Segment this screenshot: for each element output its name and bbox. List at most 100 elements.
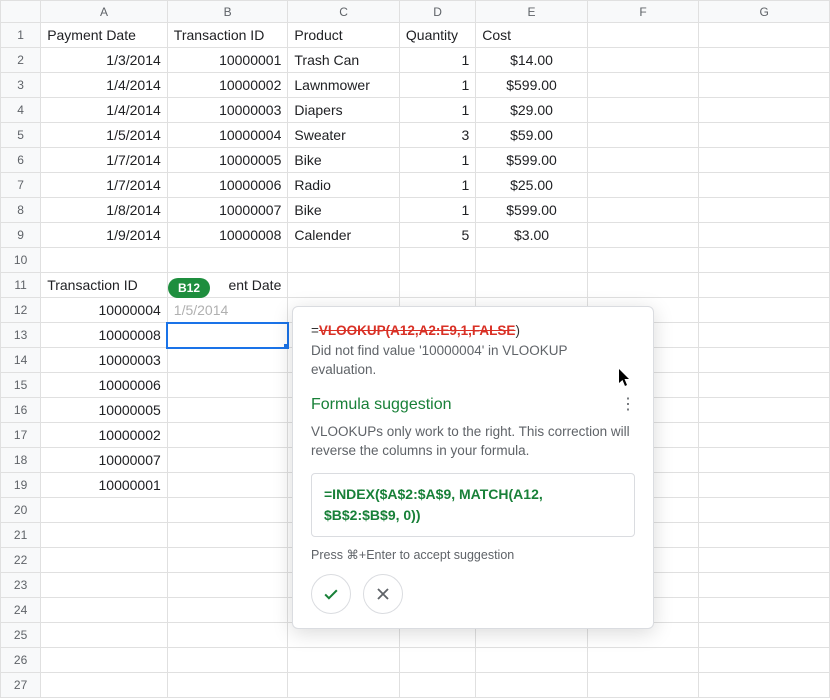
cell-A21[interactable] — [41, 523, 168, 548]
cell-G14[interactable] — [699, 348, 830, 373]
cell-G19[interactable] — [699, 473, 830, 498]
row-header-4[interactable]: 4 — [1, 98, 41, 123]
col-header-B[interactable]: B — [167, 1, 288, 23]
cell-A11[interactable]: Transaction ID — [41, 273, 168, 298]
row-header-7[interactable]: 7 — [1, 173, 41, 198]
row-header-27[interactable]: 27 — [1, 673, 41, 698]
row-header-22[interactable]: 22 — [1, 548, 41, 573]
cell-A5[interactable]: 1/5/2014 — [41, 123, 168, 148]
cell-A19[interactable]: 10000001 — [41, 473, 168, 498]
cell-A24[interactable] — [41, 598, 168, 623]
row-header-20[interactable]: 20 — [1, 498, 41, 523]
cell-A22[interactable] — [41, 548, 168, 573]
cell-G24[interactable] — [699, 598, 830, 623]
cell-D2[interactable]: 1 — [399, 48, 475, 73]
cell-E1[interactable]: Cost — [476, 23, 588, 48]
cell-D9[interactable]: 5 — [399, 223, 475, 248]
cell-F11[interactable] — [587, 273, 699, 298]
cell-B2[interactable]: 10000001 — [167, 48, 288, 73]
cell-G11[interactable] — [699, 273, 830, 298]
cell-G6[interactable] — [699, 148, 830, 173]
cell-A7[interactable]: 1/7/2014 — [41, 173, 168, 198]
cell-B27[interactable] — [167, 673, 288, 698]
cell-B13[interactable] — [167, 323, 288, 348]
cell-B18[interactable] — [167, 448, 288, 473]
cell-G21[interactable] — [699, 523, 830, 548]
cell-F5[interactable] — [587, 123, 699, 148]
cell-G4[interactable] — [699, 98, 830, 123]
cell-C8[interactable]: Bike — [288, 198, 400, 223]
cell-C10[interactable] — [288, 248, 400, 273]
cell-D26[interactable] — [399, 648, 475, 673]
cell-E10[interactable] — [476, 248, 588, 273]
cell-E6[interactable]: $599.00 — [476, 148, 588, 173]
cell-C3[interactable]: Lawnmower — [288, 73, 400, 98]
row-header-6[interactable]: 6 — [1, 148, 41, 173]
cell-F6[interactable] — [587, 148, 699, 173]
cell-B21[interactable] — [167, 523, 288, 548]
cell-B26[interactable] — [167, 648, 288, 673]
dismiss-suggestion-button[interactable] — [363, 574, 403, 614]
cell-F10[interactable] — [587, 248, 699, 273]
cell-C7[interactable]: Radio — [288, 173, 400, 198]
row-header-26[interactable]: 26 — [1, 648, 41, 673]
cell-B3[interactable]: 10000002 — [167, 73, 288, 98]
cell-E11[interactable] — [476, 273, 588, 298]
suggested-formula[interactable]: =INDEX($A$2:$A$9, MATCH(A12, $B$2:$B$9, … — [311, 473, 635, 537]
cell-F9[interactable] — [587, 223, 699, 248]
row-header-23[interactable]: 23 — [1, 573, 41, 598]
cell-D11[interactable] — [399, 273, 475, 298]
row-header-9[interactable]: 9 — [1, 223, 41, 248]
row-header-13[interactable]: 13 — [1, 323, 41, 348]
select-all-corner[interactable] — [1, 1, 41, 23]
row-header-24[interactable]: 24 — [1, 598, 41, 623]
cell-E5[interactable]: $59.00 — [476, 123, 588, 148]
cell-B16[interactable] — [167, 398, 288, 423]
cell-D3[interactable]: 1 — [399, 73, 475, 98]
cell-A10[interactable] — [41, 248, 168, 273]
cell-B5[interactable]: 10000004 — [167, 123, 288, 148]
cell-C6[interactable]: Bike — [288, 148, 400, 173]
row-header-2[interactable]: 2 — [1, 48, 41, 73]
cell-G12[interactable] — [699, 298, 830, 323]
row-header-5[interactable]: 5 — [1, 123, 41, 148]
cell-A1[interactable]: Payment Date — [41, 23, 168, 48]
cell-E8[interactable]: $599.00 — [476, 198, 588, 223]
cell-C4[interactable]: Diapers — [288, 98, 400, 123]
cell-F27[interactable] — [587, 673, 699, 698]
row-header-10[interactable]: 10 — [1, 248, 41, 273]
row-header-3[interactable]: 3 — [1, 73, 41, 98]
cell-A16[interactable]: 10000005 — [41, 398, 168, 423]
cell-G3[interactable] — [699, 73, 830, 98]
cell-A6[interactable]: 1/7/2014 — [41, 148, 168, 173]
row-header-17[interactable]: 17 — [1, 423, 41, 448]
cell-D5[interactable]: 3 — [399, 123, 475, 148]
cell-F1[interactable] — [587, 23, 699, 48]
cell-B7[interactable]: 10000006 — [167, 173, 288, 198]
cell-F4[interactable] — [587, 98, 699, 123]
cell-B14[interactable] — [167, 348, 288, 373]
cell-G1[interactable] — [699, 23, 830, 48]
cell-F26[interactable] — [587, 648, 699, 673]
row-header-19[interactable]: 19 — [1, 473, 41, 498]
cell-G17[interactable] — [699, 423, 830, 448]
cell-B8[interactable]: 10000007 — [167, 198, 288, 223]
cell-D27[interactable] — [399, 673, 475, 698]
cell-D1[interactable]: Quantity — [399, 23, 475, 48]
cell-E2[interactable]: $14.00 — [476, 48, 588, 73]
col-header-A[interactable]: A — [41, 1, 168, 23]
cell-F7[interactable] — [587, 173, 699, 198]
cell-E27[interactable] — [476, 673, 588, 698]
col-header-C[interactable]: C — [288, 1, 400, 23]
cell-B24[interactable] — [167, 598, 288, 623]
cell-A15[interactable]: 10000006 — [41, 373, 168, 398]
cell-G23[interactable] — [699, 573, 830, 598]
cell-B23[interactable] — [167, 573, 288, 598]
cell-B9[interactable]: 10000008 — [167, 223, 288, 248]
cell-G15[interactable] — [699, 373, 830, 398]
row-header-21[interactable]: 21 — [1, 523, 41, 548]
cell-G18[interactable] — [699, 448, 830, 473]
cell-D10[interactable] — [399, 248, 475, 273]
cell-C9[interactable]: Calender — [288, 223, 400, 248]
cell-G26[interactable] — [699, 648, 830, 673]
